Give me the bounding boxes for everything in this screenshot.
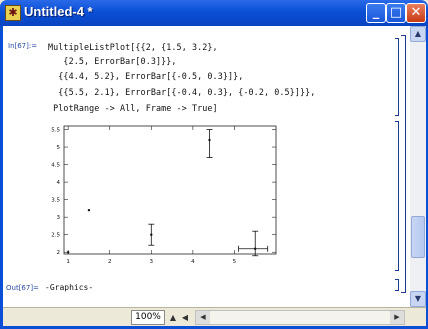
zoom-up-arrow-icon[interactable]: ▲	[167, 310, 179, 325]
x-tick-label: 4	[191, 259, 195, 265]
code-line[interactable]: {2.5, ErrorBar[0.3]}},	[48, 56, 177, 66]
scroll-down-button[interactable]: ▼	[410, 291, 426, 307]
code-line[interactable]: MultipleListPlot[{{2, {1.5, 3.2},	[48, 42, 218, 52]
code-line[interactable]: {{5.5, 2.1}, ErrorBar[{-0.4, 0.3}, {-0.2…	[48, 87, 315, 97]
y-tick-label: 2.5	[51, 233, 60, 239]
scroll-thumb[interactable]	[411, 216, 425, 258]
y-tick-label: 4	[57, 180, 61, 186]
minimize-button[interactable]: _	[366, 3, 386, 23]
x-tick-label: 5	[233, 259, 237, 265]
mathematica-app-icon: ✱	[5, 5, 21, 21]
y-tick-label: 5	[57, 145, 61, 151]
scroll-right-button[interactable]: ▶	[390, 311, 404, 324]
data-point	[87, 208, 91, 212]
output-label: Out[67]=	[6, 284, 39, 292]
output-cell-bracket[interactable]	[395, 279, 399, 291]
x-tick-label: 2	[108, 259, 112, 265]
x-tick-label: 1	[66, 259, 70, 265]
window-title: Untitled-4 *	[24, 4, 93, 19]
vertical-scrollbar[interactable]: ▲ ▼	[410, 26, 426, 307]
code-line[interactable]: {{4.4, 5.2}, ErrorBar[{-0.5, 0.3}]},	[48, 71, 243, 81]
y-tick-label: 4.5	[51, 163, 60, 169]
scroll-left-button[interactable]: ◀	[196, 311, 210, 324]
data-point	[66, 251, 70, 254]
x-tick-label: 3	[150, 259, 154, 265]
zoom-field[interactable]: 100%	[131, 310, 165, 325]
output-graphics-text: -Graphics-	[45, 283, 94, 292]
y-tick-label: 5.5	[51, 128, 60, 134]
maximize-button[interactable]: □	[386, 3, 406, 23]
y-tick-label: 3.5	[51, 198, 60, 204]
status-bar: 100% ▲ ◀ ◀ ▶	[3, 307, 426, 326]
code-line[interactable]: PlotRange -> All, Frame -> True]	[48, 103, 218, 113]
scroll-up-button[interactable]: ▲	[410, 26, 426, 42]
input-cell-bracket[interactable]	[395, 38, 399, 116]
title-bar[interactable]: ✱ Untitled-4 * _ □ ✕	[0, 0, 428, 26]
close-button[interactable]: ✕	[406, 3, 426, 23]
zoom-left-arrow-icon[interactable]: ◀	[179, 310, 191, 325]
plot-frame	[63, 125, 277, 255]
error-bar-plot[interactable]: 1 2 3 4 522.533.544.555.5	[40, 120, 290, 280]
group-cell-bracket[interactable]	[401, 35, 406, 293]
horizontal-scrollbar[interactable]: ◀ ▶	[195, 310, 405, 325]
y-tick-label: 2	[57, 250, 61, 256]
graphics-cell-bracket[interactable]	[395, 121, 399, 271]
input-label: In[67]:=	[8, 42, 38, 50]
y-tick-label: 3	[57, 215, 61, 221]
